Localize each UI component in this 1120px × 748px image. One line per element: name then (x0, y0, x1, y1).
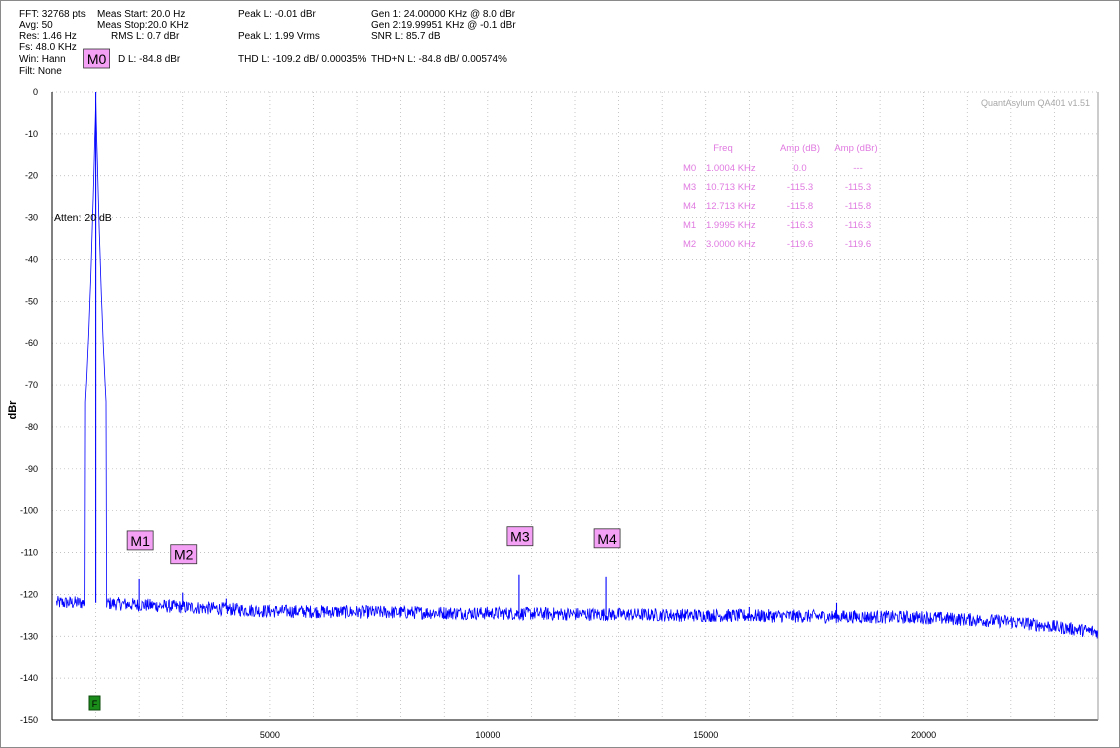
atten-label: Atten: 20 dB (54, 212, 112, 224)
table-cell: 3.0000 KHz (706, 239, 756, 250)
y-tick-label: -20 (25, 171, 38, 181)
y-tick-label: -100 (20, 506, 38, 516)
table-cell: -116.3 (787, 220, 813, 231)
x-tick-label: 5000 (260, 730, 280, 740)
y-tick-label: -10 (25, 129, 38, 139)
table-cell: M4 (683, 201, 696, 212)
trace-layer (56, 92, 1099, 639)
table-cell: 0.0 (793, 163, 806, 174)
marker-m4[interactable]: M4 (593, 528, 621, 549)
marker-layer: M0 M1 M2 M3 M4 (83, 48, 621, 565)
table-cell: -115.3 (787, 182, 813, 193)
y-tick-label: 0 (33, 87, 38, 97)
marker-m2[interactable]: M2 (170, 544, 198, 565)
table-cell: -116.3 (845, 220, 871, 231)
marker-m1[interactable]: M1 (126, 530, 154, 551)
table-header: Amp (dB) (780, 143, 820, 154)
y-tick-label: -150 (20, 715, 38, 725)
table-cell: -119.6 (845, 239, 871, 250)
table-cell: -115.8 (787, 201, 813, 212)
table-cell: -119.6 (787, 239, 813, 250)
y-tick-label: -70 (25, 380, 38, 390)
marker-label: M3 (510, 529, 530, 545)
table-cell: -115.3 (845, 182, 871, 193)
table-cell: M3 (683, 182, 696, 193)
marker-label: M2 (174, 547, 194, 563)
table-header: Freq (713, 143, 733, 154)
marker-label: M4 (597, 531, 617, 547)
table-cell: 10.713 KHz (706, 182, 756, 193)
axes: 0 -10 -20 -30 -40 -50 -60 -70 -80 -90 -100 -110 -120… (20, 87, 1099, 740)
flag-label: F (92, 699, 98, 709)
marker-label: M1 (130, 533, 150, 549)
grid (52, 91, 1098, 721)
table-header: Amp (dBr) (834, 143, 877, 154)
y-tick-label: -80 (25, 422, 38, 432)
marker-m0[interactable]: M0 (83, 48, 111, 69)
y-tick-label: -140 (20, 673, 38, 683)
y-tick-label: -130 (20, 631, 38, 641)
marker-label: M0 (87, 51, 107, 67)
y-axis-label: dBr (7, 400, 19, 420)
spectrum-chart: 0 -10 -20 -30 -40 -50 -60 -70 -80 -90 -100 -110 -120… (7, 48, 1099, 740)
table-cell: 1.9995 KHz (706, 220, 756, 231)
y-tick-label: -60 (25, 338, 38, 348)
y-tick-label: -120 (20, 589, 38, 599)
marker-m3[interactable]: M3 (506, 526, 534, 547)
table-cell: M2 (683, 239, 696, 250)
x-tick-label: 15000 (693, 730, 718, 740)
spectrum-trace (56, 101, 1099, 639)
x-tick-label: 20000 (911, 730, 936, 740)
marker-table: Freq Amp (dB) Amp (dBr) M0 1.0004 KHz 0.0 --- M… (683, 143, 878, 250)
y-tick-label: -30 (25, 213, 38, 223)
flag-marker[interactable]: F (88, 695, 101, 711)
table-cell: M1 (683, 220, 696, 231)
table-cell: --- (853, 163, 863, 174)
y-tick-label: -90 (25, 464, 38, 474)
table-cell: 12.713 KHz (706, 201, 756, 212)
table-cell: -115.8 (845, 201, 871, 212)
y-tick-label: -40 (25, 254, 38, 264)
y-tick-label: -50 (25, 296, 38, 306)
y-tick-label: -110 (21, 548, 38, 558)
table-cell: M0 (683, 163, 696, 174)
table-cell: 1.0004 KHz (706, 163, 756, 174)
watermark: QuantAsylum QA401 v1.51 (981, 98, 1090, 108)
x-tick-label: 10000 (475, 730, 500, 740)
